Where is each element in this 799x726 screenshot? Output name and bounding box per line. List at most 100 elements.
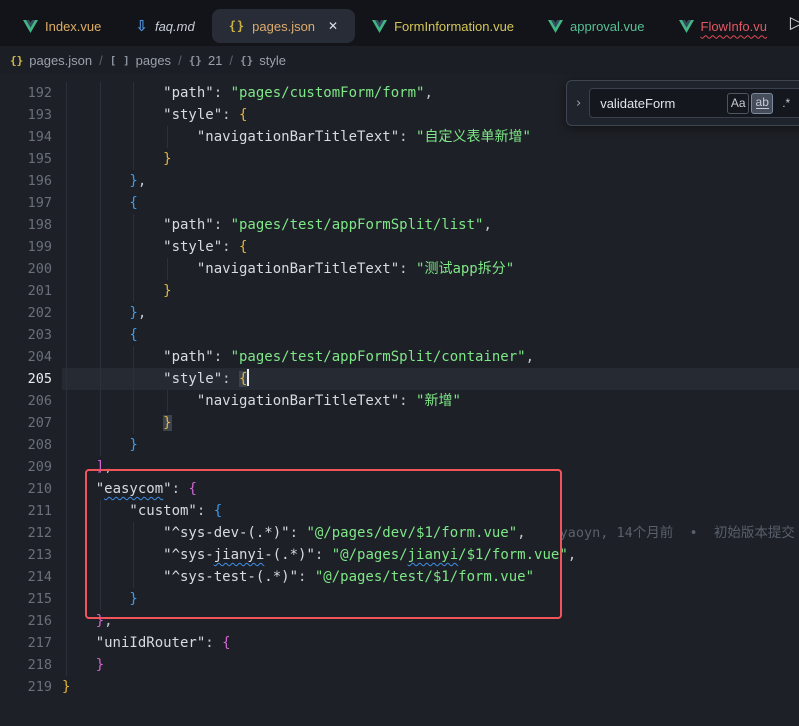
token: { (239, 239, 247, 255)
token: } (129, 437, 137, 453)
code-line-200[interactable]: 200"navigationBarTitleText": "测试app拆分" (0, 258, 799, 280)
line-number[interactable]: 196 (0, 170, 52, 192)
find-input[interactable] (590, 95, 727, 112)
token: : (222, 239, 239, 255)
token: { (129, 195, 137, 211)
code-line-215[interactable]: 215} (0, 588, 799, 610)
indent-guide (100, 544, 101, 566)
line-number[interactable]: 193 (0, 104, 52, 126)
line-number[interactable]: 219 (0, 676, 52, 698)
breadcrumb-item-style[interactable]: {}style (240, 53, 286, 68)
line-number[interactable]: 215 (0, 588, 52, 610)
line-number[interactable]: 216 (0, 610, 52, 632)
token: ] (96, 459, 104, 475)
breadcrumb-item-pages[interactable]: [ ]pages (110, 53, 171, 68)
code-line-197[interactable]: 197 { (0, 192, 799, 214)
indent-guide (133, 522, 134, 544)
code-line-211[interactable]: 211"custom": { (0, 500, 799, 522)
code-line-218[interactable]: 218} (0, 654, 799, 676)
line-number[interactable]: 197 (0, 192, 52, 214)
token: , (104, 613, 112, 629)
tab-index-vue[interactable]: Index.vue (6, 9, 118, 43)
line-number[interactable]: 204 (0, 346, 52, 368)
line-content: "navigationBarTitleText": "新增" (62, 390, 799, 412)
code-line-204[interactable]: 204"path": "pages/test/appFormSplit/cont… (0, 346, 799, 368)
line-number[interactable]: 213 (0, 544, 52, 566)
line-number[interactable]: 200 (0, 258, 52, 280)
line-number[interactable]: 214 (0, 566, 52, 588)
token: } (129, 173, 137, 189)
breadcrumb-item-21[interactable]: {}21 (189, 53, 223, 68)
json-braces-icon: {} (229, 19, 245, 33)
line-content: "style": { (62, 368, 799, 390)
token: "style" (163, 239, 222, 255)
indent-guide (133, 412, 134, 434)
breadcrumb-separator: / (178, 53, 182, 68)
line-number[interactable]: 194 (0, 126, 52, 148)
line-number[interactable]: 205 (0, 368, 52, 390)
tab-forminformation-vue[interactable]: FormInformation.vue (355, 9, 531, 43)
regex-icon[interactable]: .* (775, 93, 797, 114)
line-number[interactable]: 218 (0, 654, 52, 676)
tab-label: pages.json (252, 19, 315, 34)
tab-faq-md[interactable]: ⇩faq.md (118, 9, 211, 43)
close-tab-icon[interactable]: ✕ (328, 19, 338, 33)
indent-guide (133, 148, 134, 170)
breadcrumb-item-pages.json[interactable]: {}pages.json (10, 53, 92, 68)
code-line-213[interactable]: 213"^sys-jianyi-(.*)": "@/pages/jianyi/$… (0, 544, 799, 566)
code-line-206[interactable]: 206 "navigationBarTitleText": "新增" (0, 390, 799, 412)
line-number[interactable]: 199 (0, 236, 52, 258)
line-content: "^sys-dev-(.*)": "@/pages/dev/$1/form.vu… (62, 522, 799, 544)
code-line-205[interactable]: 205 "style": { (0, 368, 799, 390)
token: "navigationBarTitleText" (197, 129, 399, 145)
tab-pages-json[interactable]: {} pages.json ✕ (212, 9, 355, 43)
code-line-214[interactable]: 214"^sys-test-(.*)": "@/pages/test/$1/fo… (0, 566, 799, 588)
code-line-219[interactable]: 219} (0, 676, 799, 698)
run-button[interactable]: ▷ (790, 13, 799, 33)
code-line-207[interactable]: 207} (0, 412, 799, 434)
whole-word-icon[interactable]: ab (751, 93, 773, 114)
code-line-203[interactable]: 203{ (0, 324, 799, 346)
toggle-replace-chevron-icon[interactable]: › (567, 96, 589, 111)
line-number[interactable]: 202 (0, 302, 52, 324)
tab-approval-vue[interactable]: approval.vue (531, 9, 661, 43)
code-line-195[interactable]: 195} (0, 148, 799, 170)
line-number[interactable]: 211 (0, 500, 52, 522)
token: "测试app拆分" (416, 261, 514, 277)
code-line-199[interactable]: 199 "style": { (0, 236, 799, 258)
tokens: } (62, 679, 70, 695)
tokens: }, (129, 173, 146, 189)
line-number[interactable]: 206 (0, 390, 52, 412)
token: "^sys- (163, 547, 214, 563)
line-content: } (62, 434, 799, 456)
line-number[interactable]: 192 (0, 82, 52, 104)
line-number[interactable]: 210 (0, 478, 52, 500)
code-line-198[interactable]: 198"path": "pages/test/appFormSplit/list… (0, 214, 799, 236)
line-number[interactable]: 212 (0, 522, 52, 544)
code-line-212[interactable]: 212 "^sys-dev-(.*)": "@/pages/dev/$1/form… (0, 522, 799, 544)
line-number[interactable]: 208 (0, 434, 52, 456)
code-line-202[interactable]: 202}, (0, 302, 799, 324)
code-line-194[interactable]: 194"navigationBarTitleText": "自定义表单新增" (0, 126, 799, 148)
match-case-icon[interactable]: Aa (727, 93, 749, 114)
code-line-216[interactable]: 216}, (0, 610, 799, 632)
code-line-201[interactable]: 201} (0, 280, 799, 302)
token: " (163, 481, 171, 497)
token: } (163, 415, 171, 431)
code-editor[interactable]: 192"path": "pages/customForm/form",193"s… (0, 74, 799, 726)
code-line-208[interactable]: 208} (0, 434, 799, 456)
code-line-210[interactable]: 210"easycom": { (0, 478, 799, 500)
tab-flowinfo-vu[interactable]: FlowInfo.vu (662, 9, 784, 43)
code-line-217[interactable]: 217"uniIdRouter": { (0, 632, 799, 654)
line-number[interactable]: 209 (0, 456, 52, 478)
line-number[interactable]: 198 (0, 214, 52, 236)
indent-guide (66, 368, 67, 390)
line-number[interactable]: 203 (0, 324, 52, 346)
line-number[interactable]: 217 (0, 632, 52, 654)
line-number[interactable]: 201 (0, 280, 52, 302)
code-line-196[interactable]: 196}, (0, 170, 799, 192)
code-line-209[interactable]: 209], (0, 456, 799, 478)
line-number[interactable]: 207 (0, 412, 52, 434)
line-number[interactable]: 195 (0, 148, 52, 170)
indent-guide (167, 258, 168, 280)
